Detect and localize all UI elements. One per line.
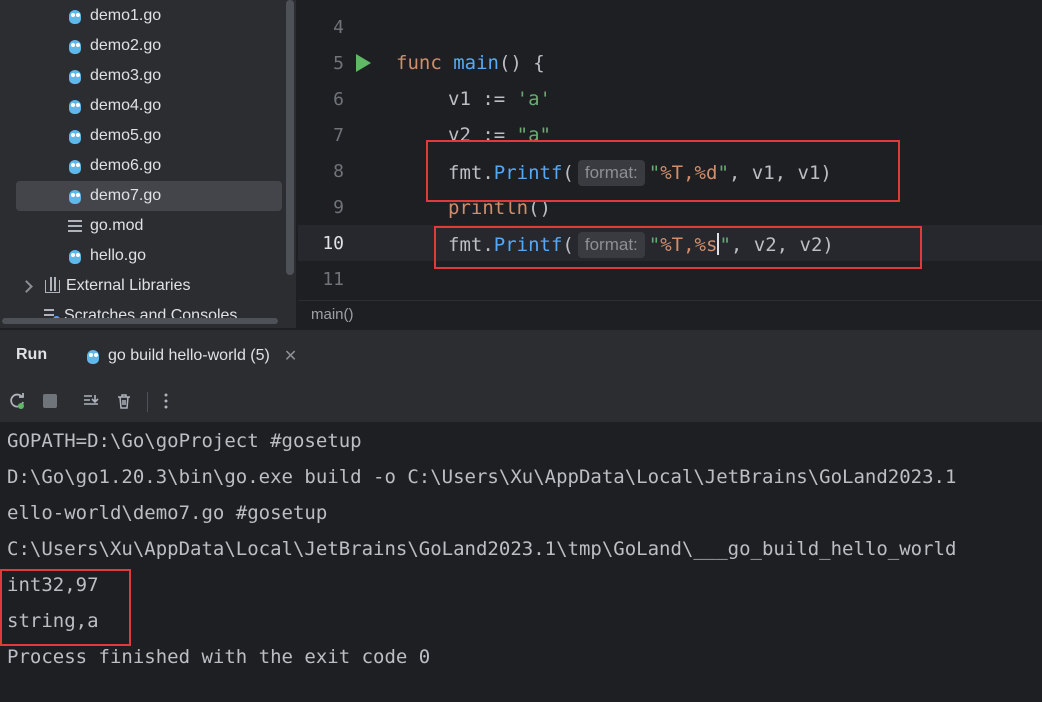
tree-file-demo3[interactable]: demo3.go [68,61,161,91]
operator: := [470,88,517,110]
stop-icon[interactable] [41,392,59,410]
run-panel-title[interactable]: Run [16,346,47,364]
run-tab-label: go build hello-world (5) [108,347,270,364]
library-icon [45,276,60,293]
run-gutter-icon[interactable] [356,54,371,72]
line-number: 9 [333,197,344,218]
tree-file-demo2[interactable]: demo2.go [68,31,161,61]
console-output[interactable]: GOPATH=D:\Go\goProject #gosetup D:\Go\go… [0,422,1042,702]
tree-file-demo1[interactable]: demo1.go [68,1,161,31]
breadcrumb-item[interactable]: main() [311,306,354,323]
tree-external-libraries-label: External Libraries [66,277,191,294]
tree-file-label: demo5.go [90,127,162,144]
keyword: func [396,52,442,74]
annotation-box [0,569,131,646]
function-name: main [453,52,499,74]
tree-file-demo7[interactable]: demo7.go [16,181,282,211]
code-text: () { [498,52,545,74]
gopher-icon [68,188,82,204]
gopher-icon [68,8,82,24]
line-number: 7 [333,125,344,146]
tree-file-label: hello.go [90,247,147,264]
tree-file-label: demo6.go [90,157,162,174]
project-tree: demo1.go demo2.go demo3.go demo4.go demo… [0,0,296,328]
tree-file-label: demo4.go [90,97,162,114]
rune-literal: 'a' [516,88,551,110]
gomod-icon [68,220,82,232]
line-number: 5 [333,53,344,74]
line-number: 4 [333,17,344,38]
scroll-to-end-icon[interactable] [82,392,100,410]
console-line: ello-world\demo7.go #gosetup [7,502,328,524]
run-toolbar [0,382,1042,422]
tree-horizontal-scrollbar[interactable] [2,318,278,324]
line-number: 11 [322,269,344,290]
more-icon[interactable] [157,392,175,410]
code-editor[interactable]: 4 5 6 7 8 9 10 11 func main() { v1 := 'a… [298,0,1042,300]
toolbar-separator [147,392,148,412]
run-tab[interactable]: go build hello-world (5) ✕ [86,346,297,366]
tree-file-hello[interactable]: hello.go [68,241,146,271]
gopher-icon [86,348,100,364]
gopher-icon [68,68,82,84]
clear-icon[interactable] [115,392,133,410]
tree-file-gomod[interactable]: go.mod [68,211,143,241]
console-line: D:\Go\go1.20.3\bin\go.exe build -o C:\Us… [7,466,957,488]
breadcrumb[interactable]: main() [298,300,1042,329]
tree-file-label: demo7.go [90,187,162,204]
console-line: C:\Users\Xu\AppData\Local\JetBrains\GoLa… [7,538,957,560]
tree-file-label: demo2.go [90,37,162,54]
rerun-icon[interactable] [8,392,26,410]
line-number: 8 [333,161,344,182]
gopher-icon [68,248,82,264]
gopher-icon [68,158,82,174]
annotation-box [434,226,922,269]
tree-file-demo4[interactable]: demo4.go [68,91,161,121]
close-icon[interactable]: ✕ [284,346,297,366]
console-line: GOPATH=D:\Go\goProject #gosetup [7,430,362,452]
variable: v1 [448,88,471,110]
gopher-icon [68,128,82,144]
line-number-current: 10 [322,233,344,254]
tree-vertical-scrollbar[interactable] [286,0,294,275]
tree-file-demo5[interactable]: demo5.go [68,121,161,151]
tree-file-label: demo1.go [90,7,162,24]
gopher-icon [68,98,82,114]
tree-file-label: go.mod [90,217,144,234]
chevron-right-icon[interactable] [20,279,33,293]
gopher-icon [68,38,82,54]
code-line-6: v1 := 'a' [448,87,551,111]
tree-file-demo6[interactable]: demo6.go [68,151,161,181]
run-panel-header: Run go build hello-world (5) ✕ [0,330,1042,380]
tree-file-label: demo3.go [90,67,162,84]
line-number: 6 [333,89,344,110]
tree-external-libraries[interactable]: External Libraries [20,271,191,301]
annotation-box [426,140,900,202]
console-line: Process finished with the exit code 0 [7,646,431,668]
code-line-5: func main() { [396,51,545,75]
